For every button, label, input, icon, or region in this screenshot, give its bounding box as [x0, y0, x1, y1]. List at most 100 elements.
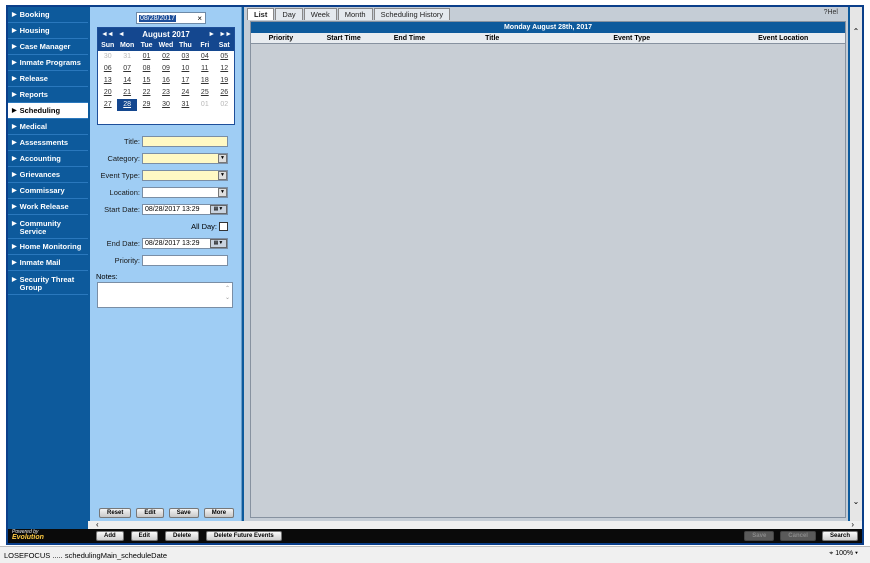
calendar-day[interactable]: 29 — [137, 99, 156, 111]
nav-item-booking[interactable]: ▶ Booking — [8, 7, 88, 23]
tab-week[interactable]: Week — [303, 8, 337, 20]
calendar-day[interactable]: 31 — [176, 99, 195, 111]
tab-day[interactable]: Day — [275, 8, 303, 20]
vertical-scrollbar[interactable]: ⌃ ⌄ — [850, 7, 862, 521]
location-select[interactable]: ▼ — [142, 187, 228, 198]
calendar-day[interactable]: 11 — [195, 63, 214, 75]
nav-item-work-release[interactable]: ▶ Work Release — [8, 199, 88, 215]
save-event-button[interactable]: Save — [744, 531, 775, 541]
edit-button[interactable]: Edit — [136, 508, 164, 518]
calendar-day[interactable]: 15 — [137, 75, 156, 87]
nav-item-reports[interactable]: ▶ Reports — [8, 87, 88, 103]
calendar-day[interactable]: 26 — [215, 87, 234, 99]
calendar-day[interactable]: 21 — [117, 87, 136, 99]
zoom-control[interactable]: ⌖ 100% ▾ — [829, 550, 858, 558]
more-button[interactable]: More — [203, 508, 235, 518]
calendar-day[interactable]: 02 — [156, 51, 175, 63]
date-picker-input[interactable]: 08/28/2017 × — [136, 12, 206, 24]
category-select[interactable]: ▼ — [142, 153, 228, 164]
nav-item-medical[interactable]: ▶ Medical — [8, 119, 88, 135]
tab-month[interactable]: Month — [337, 8, 373, 20]
nav-item-inmate-mail[interactable]: ▶ Inmate Mail — [8, 255, 88, 271]
calendar-icon[interactable]: ▦▼ — [210, 239, 227, 248]
nav-item-release[interactable]: ▶ Release — [8, 71, 88, 87]
scroll-down-icon[interactable]: ⌄ — [850, 497, 862, 506]
nav-item-home-monitoring[interactable]: ▶ Home Monitoring — [8, 239, 88, 255]
calendar-day[interactable]: 02 — [215, 99, 234, 111]
horizontal-scrollbar[interactable]: ‹ › — [88, 520, 862, 529]
calendar-day[interactable]: 07 — [117, 63, 136, 75]
calendar-day[interactable]: 23 — [156, 87, 175, 99]
delete-future-events-button[interactable]: Delete Future Events — [206, 531, 282, 541]
notes-scrollbar[interactable]: ⌃ ⌄ — [225, 285, 230, 303]
calendar-day[interactable]: 04 — [195, 51, 214, 63]
tab-list[interactable]: List — [247, 8, 275, 20]
cancel-button[interactable]: Cancel — [780, 531, 816, 541]
search-button[interactable]: Search — [821, 531, 858, 541]
calendar-day[interactable]: 24 — [176, 87, 195, 99]
column-header-event-type[interactable]: Event Type — [542, 33, 721, 43]
scroll-up-icon[interactable]: ⌃ — [850, 27, 862, 36]
calendar-day[interactable]: 06 — [98, 63, 117, 75]
calendar-day[interactable]: 31 — [117, 51, 136, 63]
calendar-day[interactable]: 30 — [98, 51, 117, 63]
calendar-icon[interactable]: ▦▼ — [210, 205, 227, 214]
calendar-day[interactable]: 14 — [117, 75, 136, 87]
title-input[interactable] — [142, 136, 228, 147]
nav-item-community-service[interactable]: ▶ Community Service — [8, 215, 88, 239]
calendar-day[interactable]: 16 — [156, 75, 175, 87]
column-header-title[interactable]: Title — [442, 33, 542, 43]
reset-button[interactable]: Reset — [99, 508, 132, 518]
edit-event-button[interactable]: Edit — [130, 531, 159, 541]
priority-input[interactable] — [142, 255, 228, 266]
calendar-day[interactable]: 17 — [176, 75, 195, 87]
prev-year-icon[interactable]: ◄◄ — [101, 31, 114, 38]
calendar-day[interactable]: 10 — [176, 63, 195, 75]
end-date-input[interactable]: 08/28/2017 13:29 ▦▼ — [142, 238, 228, 249]
calendar-day[interactable]: 01 — [195, 99, 214, 111]
chevron-down-icon[interactable]: ▾ — [855, 550, 858, 557]
chevron-down-icon[interactable]: ▼ — [218, 154, 227, 163]
tab-scheduling-history[interactable]: Scheduling History — [373, 8, 451, 20]
calendar-day[interactable]: 30 — [156, 99, 175, 111]
calendar-day[interactable]: 27 — [98, 99, 117, 111]
date-picker-value[interactable]: 08/28/2017 — [139, 14, 177, 22]
calendar-day[interactable]: 09 — [156, 63, 175, 75]
column-header-start-time[interactable]: Start Time — [311, 33, 377, 43]
help-link[interactable]: ?Hel — [824, 9, 838, 16]
scroll-left-icon[interactable]: ‹ — [96, 520, 99, 529]
nav-item-security-threat-group[interactable]: ▶ Security Threat Group — [8, 271, 88, 295]
zoom-level[interactable]: 100% — [835, 550, 853, 557]
calendar-day[interactable]: 03 — [176, 51, 195, 63]
add-button[interactable]: Add — [96, 531, 124, 541]
column-header-end-time[interactable]: End Time — [377, 33, 443, 43]
save-button[interactable]: Save — [168, 508, 199, 518]
nav-item-case-manager[interactable]: ▶ Case Manager — [8, 39, 88, 55]
column-header-priority[interactable]: Priority — [251, 33, 311, 43]
calendar-day[interactable]: 05 — [215, 51, 234, 63]
delete-button[interactable]: Delete — [165, 531, 200, 541]
zoom-icon[interactable]: ⌖ — [829, 550, 833, 557]
nav-item-housing[interactable]: ▶ Housing — [8, 23, 88, 39]
chevron-down-icon[interactable]: ▼ — [218, 188, 227, 197]
notes-textarea[interactable]: ⌃ ⌄ — [97, 282, 233, 308]
calendar-day[interactable]: 08 — [137, 63, 156, 75]
all-day-checkbox[interactable] — [219, 222, 228, 231]
calendar-day[interactable]: 20 — [98, 87, 117, 99]
calendar-day[interactable]: 01 — [137, 51, 156, 63]
nav-item-inmate-programs[interactable]: ▶ Inmate Programs — [8, 55, 88, 71]
chevron-down-icon[interactable]: ▼ — [218, 171, 227, 180]
event-type-select[interactable]: ▼ — [142, 170, 228, 181]
next-month-icon[interactable]: ► — [208, 31, 215, 38]
nav-item-grievances[interactable]: ▶ Grievances — [8, 167, 88, 183]
nav-item-accounting[interactable]: ▶ Accounting — [8, 151, 88, 167]
calendar-day[interactable]: 22 — [137, 87, 156, 99]
column-header-event-location[interactable]: Event Location — [721, 33, 845, 43]
calendar-day[interactable]: 18 — [195, 75, 214, 87]
clear-icon[interactable]: × — [197, 14, 202, 23]
nav-item-scheduling[interactable]: ▶ Scheduling — [8, 103, 88, 119]
nav-item-assessments[interactable]: ▶ Assessments — [8, 135, 88, 151]
help-label[interactable]: Hel — [827, 9, 838, 16]
calendar-day[interactable]: 28 — [117, 99, 137, 111]
nav-item-commissary[interactable]: ▶ Commissary — [8, 183, 88, 199]
